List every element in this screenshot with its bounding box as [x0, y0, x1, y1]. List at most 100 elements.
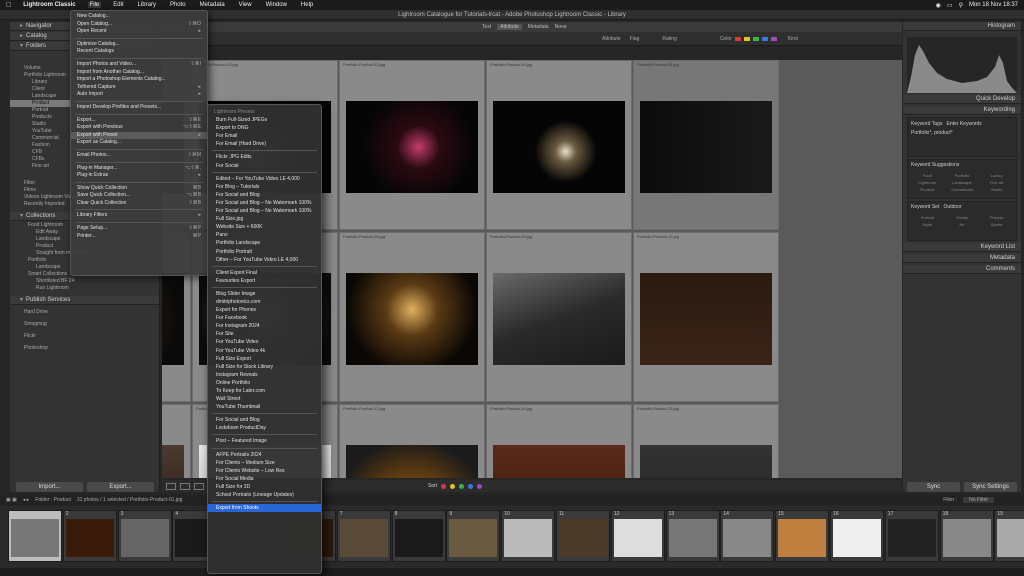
file-menu-item[interactable]: Recent Catalogs: [71, 48, 207, 56]
export-preset-item[interactable]: Edited – For YouTube Video LE 4,000: [208, 175, 321, 183]
keyword-suggestion[interactable]: Portfolio: [946, 173, 979, 178]
photo-cell[interactable]: Portfolio-Product-14.jpg: [486, 404, 632, 478]
filmstrip-thumb[interactable]: 9: [446, 510, 501, 562]
filmstrip-thumb[interactable]: 7: [336, 510, 391, 562]
export-preset-item[interactable]: Other – For YouTube Video LE 4,000: [208, 256, 321, 264]
keyword-text[interactable]: Portfolio*, product*: [911, 130, 1013, 136]
filmstrip-thumb[interactable]: 17: [884, 510, 939, 562]
export-preset-item[interactable]: For YouTube Video: [208, 338, 321, 346]
file-menu-item[interactable]: Optimize Catalog...: [71, 41, 207, 49]
export-preset-item[interactable]: To Keep for Later.com: [208, 387, 321, 395]
metadata-header[interactable]: Metadata: [903, 254, 1021, 263]
sort-label[interactable]: Sort: [428, 483, 437, 489]
filmstrip-thumb[interactable]: 10: [501, 510, 556, 562]
export-preset-item[interactable]: For Email (Hard Drive): [208, 140, 321, 148]
filmstrip-thumb[interactable]: 18: [939, 510, 994, 562]
filter-tab-text[interactable]: Text: [482, 24, 491, 30]
file-menu-item[interactable]: Plug-in Extras ▸: [71, 172, 207, 180]
publish-row[interactable]: Photoshop: [10, 342, 159, 354]
file-menu-item[interactable]: Auto Import ▸: [71, 91, 207, 99]
filmstrip-thumb[interactable]: 19: [994, 510, 1024, 562]
secondary-display-icon[interactable]: ▣ ▣: [6, 497, 17, 503]
compare-view-icon[interactable]: [194, 482, 204, 490]
export-preset-item[interactable]: School Portraits (Lineage Updates): [208, 491, 321, 499]
collection-row[interactable]: Shortlisted BF 24: [10, 278, 159, 285]
keyword-set-item[interactable]: Art: [946, 222, 979, 227]
export-preset-item[interactable]: Export for Phones: [208, 306, 321, 314]
filter-tab-none[interactable]: None: [555, 24, 567, 30]
file-menu-item[interactable]: Import from Another Catalog...: [71, 69, 207, 77]
keyword-set-select[interactable]: Outdoor: [944, 204, 962, 210]
keyword-list-header[interactable]: Keyword List: [903, 243, 1021, 252]
export-button[interactable]: Export...: [87, 482, 154, 492]
keyword-suggestion[interactable]: Food: [911, 173, 944, 178]
collection-row[interactable]: Run Lightroom: [10, 285, 159, 292]
menu-library[interactable]: Library: [136, 2, 158, 8]
keyword-set-item[interactable]: Night: [911, 222, 944, 227]
export-preset-item[interactable]: Website Size + 600K: [208, 223, 321, 231]
import-button[interactable]: Import...: [16, 482, 83, 492]
label-yellow-icon[interactable]: [450, 483, 456, 489]
menu-view[interactable]: View: [237, 2, 254, 8]
color-green-swatch[interactable]: [752, 36, 759, 41]
export-preset-item[interactable]: AFPE Portraits 2024: [208, 451, 321, 459]
label-purple-icon[interactable]: [477, 483, 483, 489]
filmstrip-thumb[interactable]: 2: [62, 510, 117, 562]
filmstrip-breadcrumb[interactable]: Folder : Product: [35, 497, 71, 503]
wifi-icon[interactable]: ◉: [936, 2, 941, 9]
menu-metadata[interactable]: Metadata: [198, 2, 227, 8]
export-preset-item[interactable]: dmitriphotonics.com: [208, 298, 321, 306]
export-preset-item[interactable]: Favourites Export: [208, 277, 321, 285]
filmstrip-thumb[interactable]: 15: [775, 510, 830, 562]
publish-row[interactable]: Flickr: [10, 330, 159, 342]
export-preset-item[interactable]: For Clients Website – Low Res: [208, 467, 321, 475]
menu-edit[interactable]: Edit: [111, 2, 125, 8]
photo-cell[interactable]: Portfolio-Product-03.jpg: [339, 60, 485, 230]
keyword-set-item[interactable]: Portrait: [911, 215, 944, 220]
file-menu-item[interactable]: Plug-in Manager... ⌥⇧⌘,: [71, 165, 207, 173]
file-menu-item[interactable]: Printer... ⌘P: [71, 233, 207, 241]
file-menu-item[interactable]: Export... ⇧⌘E: [71, 117, 207, 125]
file-menu-item[interactable]: Export with Preset ▸: [71, 131, 207, 140]
export-preset-item[interactable]: Export to DNG: [208, 124, 321, 132]
filmstrip-thumb[interactable]: 14: [720, 510, 775, 562]
export-preset-item[interactable]: Full Size Export: [208, 355, 321, 363]
file-menu-item[interactable]: Export as Catalog...: [71, 139, 207, 147]
file-menu-item[interactable]: Import Photos and Video... ⇧⌘I: [71, 61, 207, 69]
file-menu-item[interactable]: New Catalog...: [71, 13, 207, 21]
keyword-suggestion[interactable]: Product: [911, 187, 944, 192]
keyword-suggestion[interactable]: Studio: [980, 187, 1013, 192]
keyword-set-item[interactable]: Friends: [980, 215, 1013, 220]
export-preset-item[interactable]: Online Portfolio: [208, 379, 321, 387]
export-preset-item[interactable]: For Social and Blog: [208, 191, 321, 199]
export-preset-item[interactable]: Export from Shoots: [208, 504, 321, 513]
export-preset-item[interactable]: For Instagram 2024: [208, 322, 321, 330]
label-green-icon[interactable]: [459, 483, 465, 489]
export-preset-item[interactable]: Instagram Reveals: [208, 371, 321, 379]
export-preset-item[interactable]: For YouTube Video 4k: [208, 347, 321, 355]
keyword-set-item[interactable]: Sports: [980, 222, 1013, 227]
export-preset-item[interactable]: Client Export Final: [208, 269, 321, 277]
label-red-icon[interactable]: [441, 483, 447, 489]
export-preset-item[interactable]: For Social Media: [208, 475, 321, 483]
photo-cell[interactable]: Portfolio-Product-11.jpg: [162, 404, 191, 478]
photo-cell[interactable]: Portfolio-Product-04.jpg: [486, 60, 632, 230]
export-preset-item[interactable]: Full Size for Stock Library: [208, 363, 321, 371]
file-menu-item[interactable]: Import Develop Profiles and Presets...: [71, 104, 207, 112]
export-preset-item[interactable]: For Social: [208, 162, 321, 170]
filmstrip-thumb[interactable]: 8: [391, 510, 446, 562]
filmstrip-filter-select[interactable]: No Filter: [963, 497, 994, 503]
sync-settings-button[interactable]: Sync Settings: [964, 482, 1017, 492]
color-yellow-swatch[interactable]: [743, 36, 750, 41]
export-preset-item[interactable]: Full Size.jpg: [208, 215, 321, 223]
publish-row[interactable]: Hard Drive: [10, 306, 159, 318]
file-menu-item[interactable]: Open Recent ▸: [71, 28, 207, 36]
photo-cell[interactable]: Portfolio-Product-15.jpg: [633, 404, 779, 478]
keyword-tags-value[interactable]: Enter Keywords: [947, 121, 982, 127]
export-preset-item[interactable]: Pano: [208, 231, 321, 239]
publish-header[interactable]: ▾ Publish Services: [10, 296, 159, 305]
photo-cell[interactable]: Portfolio-Product-09.jpg: [486, 232, 632, 402]
keyword-suggestion[interactable]: Landscape: [946, 180, 979, 185]
export-preset-item[interactable]: For Clients – Medium Size: [208, 459, 321, 467]
export-preset-item[interactable]: Lockdown ProductDay: [208, 424, 321, 432]
